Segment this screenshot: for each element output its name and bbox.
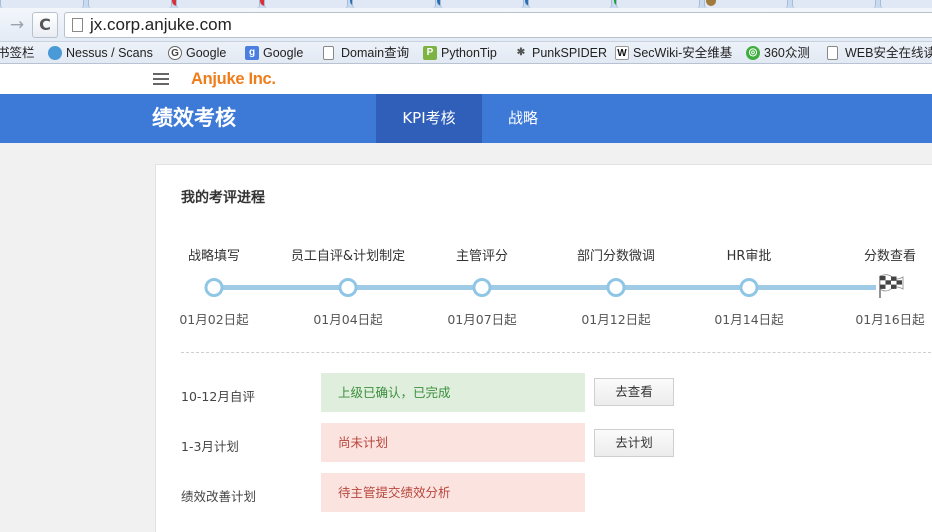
google-icon: G	[168, 46, 182, 60]
step-date: 01月16日起	[855, 312, 925, 327]
bookmark-label: WEB安全在线读	[845, 46, 932, 60]
step-node	[739, 278, 759, 297]
bookmark-label: Nessus / Scans	[66, 46, 153, 60]
bookmark-pythontip[interactable]: P PythonTip	[423, 42, 505, 63]
view-button[interactable]: 去查看	[594, 378, 674, 406]
task-status-badge: 尚未计划	[321, 423, 585, 462]
step-date: 01月02日起	[179, 312, 249, 327]
360-icon: ◎	[746, 46, 760, 60]
site-title: 绩效考核	[152, 106, 236, 130]
progress-track	[214, 285, 876, 290]
browser-tab[interactable]	[528, 0, 612, 8]
step-label: 主管评分	[455, 249, 509, 264]
task-status-badge: 上级已确认，已完成	[321, 373, 585, 412]
bookmark-label: Google	[263, 46, 304, 60]
step-node	[606, 278, 626, 297]
browser-tab[interactable]	[88, 0, 172, 8]
browser-tab[interactable]	[704, 0, 788, 8]
tab-strategy[interactable]: 战略	[482, 94, 564, 143]
browser-tab[interactable]	[0, 0, 84, 8]
progress-title: 我的考评进程	[181, 190, 265, 206]
progress-card: 我的考评进程 战略填写 01月02日起 员工自评&计划制定 01月04日起 主管…	[155, 164, 932, 532]
bookmark-label: 书签栏	[0, 46, 35, 60]
forward-arrow-icon[interactable]: →	[6, 14, 28, 36]
browser-tab[interactable]	[880, 0, 932, 8]
bookmark-label: Google	[186, 46, 227, 60]
nessus-icon	[48, 46, 62, 60]
step-date: 01月12日起	[581, 312, 651, 327]
task-label: 绩效改善计划	[181, 489, 257, 504]
bookmark-secwiki[interactable]: W SecWiki-安全维基	[615, 42, 739, 63]
browser-tab[interactable]	[616, 0, 700, 8]
bookmark-google[interactable]: G Google	[168, 42, 238, 63]
bookmark-label: SecWiki-安全维基	[633, 46, 733, 60]
plan-button[interactable]: 去计划	[594, 429, 674, 457]
browser-tab[interactable]	[176, 0, 260, 8]
step-date: 01月04日起	[313, 312, 383, 327]
reload-icon[interactable]: C	[32, 12, 58, 38]
step-label: 分数查看	[863, 249, 917, 264]
bookmark-label: PythonTip	[441, 46, 497, 60]
spider-icon: ✱	[516, 47, 526, 58]
section-divider	[181, 352, 932, 353]
task-status-badge: 待主管提交绩效分析	[321, 473, 585, 512]
bookmark-label: 360众测	[764, 46, 810, 60]
google-g-icon: g	[245, 46, 259, 60]
page-icon	[323, 46, 334, 60]
step-date: 01月07日起	[447, 312, 517, 327]
menu-icon[interactable]	[153, 73, 169, 86]
bookmark-punkspider[interactable]: ✱ PunkSPIDER	[514, 42, 609, 63]
bookmarks-bar: 书签栏 Nessus / Scans G Google g Google Dom…	[0, 42, 932, 64]
step-node	[338, 278, 358, 297]
page-icon	[72, 18, 83, 32]
browser-tab-strip	[0, 0, 932, 8]
brand-logo[interactable]: Anjuke Inc.	[191, 68, 276, 90]
bookmark-domain[interactable]: Domain查询	[323, 42, 415, 63]
bookmark-360[interactable]: ◎ 360众测	[746, 42, 818, 63]
browser-toolbar: → C jx.corp.anjuke.com	[0, 8, 932, 42]
browser-tab[interactable]	[440, 0, 524, 8]
tab-kpi[interactable]: KPI考核	[376, 94, 482, 143]
step-date: 01月14日起	[714, 312, 784, 327]
site-header: 绩效考核 KPI考核 战略	[0, 94, 932, 143]
step-node	[472, 278, 492, 297]
site-topbar: Anjuke Inc.	[0, 64, 932, 94]
browser-tab[interactable]	[352, 0, 436, 8]
step-node	[204, 278, 224, 297]
page-icon	[827, 46, 838, 60]
bookmark-web-security[interactable]: WEB安全在线读	[827, 42, 932, 63]
url-text[interactable]: jx.corp.anjuke.com	[90, 13, 232, 37]
address-bar[interactable]: jx.corp.anjuke.com	[64, 12, 932, 38]
bookmark-label: Domain查询	[341, 46, 410, 60]
bookmark-nessus[interactable]: Nessus / Scans	[48, 42, 160, 63]
browser-tab[interactable]	[264, 0, 348, 8]
bookmark-google-2[interactable]: g Google	[245, 42, 315, 63]
step-label: 员工自评&计划制定	[290, 249, 406, 264]
step-label: HR审批	[726, 249, 772, 264]
task-label: 10-12月自评	[181, 389, 255, 404]
step-label: 部门分数微调	[576, 249, 656, 264]
browser-tab[interactable]	[792, 0, 876, 8]
bookmark-label: PunkSPIDER	[532, 46, 608, 60]
pythontip-icon: P	[423, 46, 437, 60]
wiki-icon: W	[615, 46, 629, 60]
checkered-flag-icon	[879, 274, 904, 298]
task-label: 1-3月计划	[181, 439, 239, 454]
step-label: 战略填写	[187, 249, 241, 264]
